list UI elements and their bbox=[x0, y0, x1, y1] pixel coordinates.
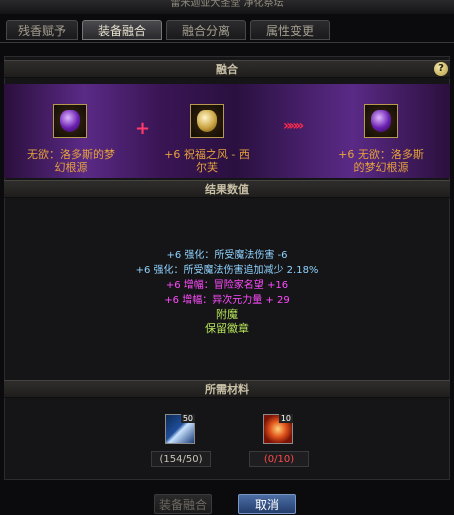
tab-residual-fragrance[interactable]: 残香赋予 bbox=[6, 20, 78, 40]
section-header-result: 结果数值 bbox=[4, 180, 450, 198]
section-header-fusion: 融合 bbox=[4, 60, 450, 78]
material-count: (154/50) bbox=[151, 451, 211, 467]
material-count: (0/10) bbox=[249, 451, 309, 467]
fuse-button[interactable]: 装备融合 bbox=[154, 494, 212, 514]
material-required-badge: 50 bbox=[180, 414, 195, 423]
item-result-label: +6 无欲：洛多斯 的梦幻根源 bbox=[338, 148, 424, 174]
plus-icon: + bbox=[135, 118, 151, 139]
item-slot-material[interactable] bbox=[190, 104, 224, 138]
material-required-badge: 10 bbox=[278, 414, 293, 423]
material-slot-2[interactable]: 10 bbox=[263, 414, 293, 444]
result-stat-line: +6 增幅：异次元力量 + 29 bbox=[164, 295, 290, 306]
result-stat-line: 附魔 bbox=[216, 308, 238, 321]
help-icon[interactable]: ? bbox=[434, 62, 448, 76]
item-material-label: +6 祝福之风 - 西 尔芙 bbox=[164, 148, 250, 174]
item-slot-result bbox=[364, 104, 398, 138]
purple-gem-orb-icon bbox=[60, 110, 80, 132]
result-stat-line: +6 增幅：冒险家名望 +16 bbox=[165, 280, 289, 291]
tab-fusion-separation[interactable]: 融合分离 bbox=[166, 20, 246, 40]
tab-bar: 残香赋予 装备融合 融合分离 属性变更 bbox=[0, 18, 454, 43]
tab-equipment-fusion[interactable]: 装备融合 bbox=[82, 20, 162, 40]
item-source-label: 无欲：洛多斯的梦 幻根源 bbox=[27, 148, 115, 174]
material-slot-1[interactable]: 50 bbox=[165, 414, 195, 444]
fusion-arrow-icon: »»» bbox=[283, 118, 304, 134]
purple-gem-orb-icon bbox=[371, 110, 391, 132]
golden-charm-icon bbox=[197, 110, 217, 132]
result-stat-line: +6 强化：所受魔法伤害追加减少 2.18% bbox=[135, 265, 319, 276]
window-title: 雷米迦亚大圣堂 净化祭坛 bbox=[0, 0, 454, 14]
result-stat-line: +6 强化：所受魔法伤害 -6 bbox=[166, 250, 288, 261]
tab-attribute-change[interactable]: 属性变更 bbox=[250, 20, 330, 40]
item-slot-source[interactable] bbox=[53, 104, 87, 138]
cancel-button[interactable]: 取消 bbox=[238, 494, 296, 514]
result-stat-line: 保留徽章 bbox=[205, 322, 249, 335]
section-header-materials: 所需材料 bbox=[4, 380, 450, 398]
